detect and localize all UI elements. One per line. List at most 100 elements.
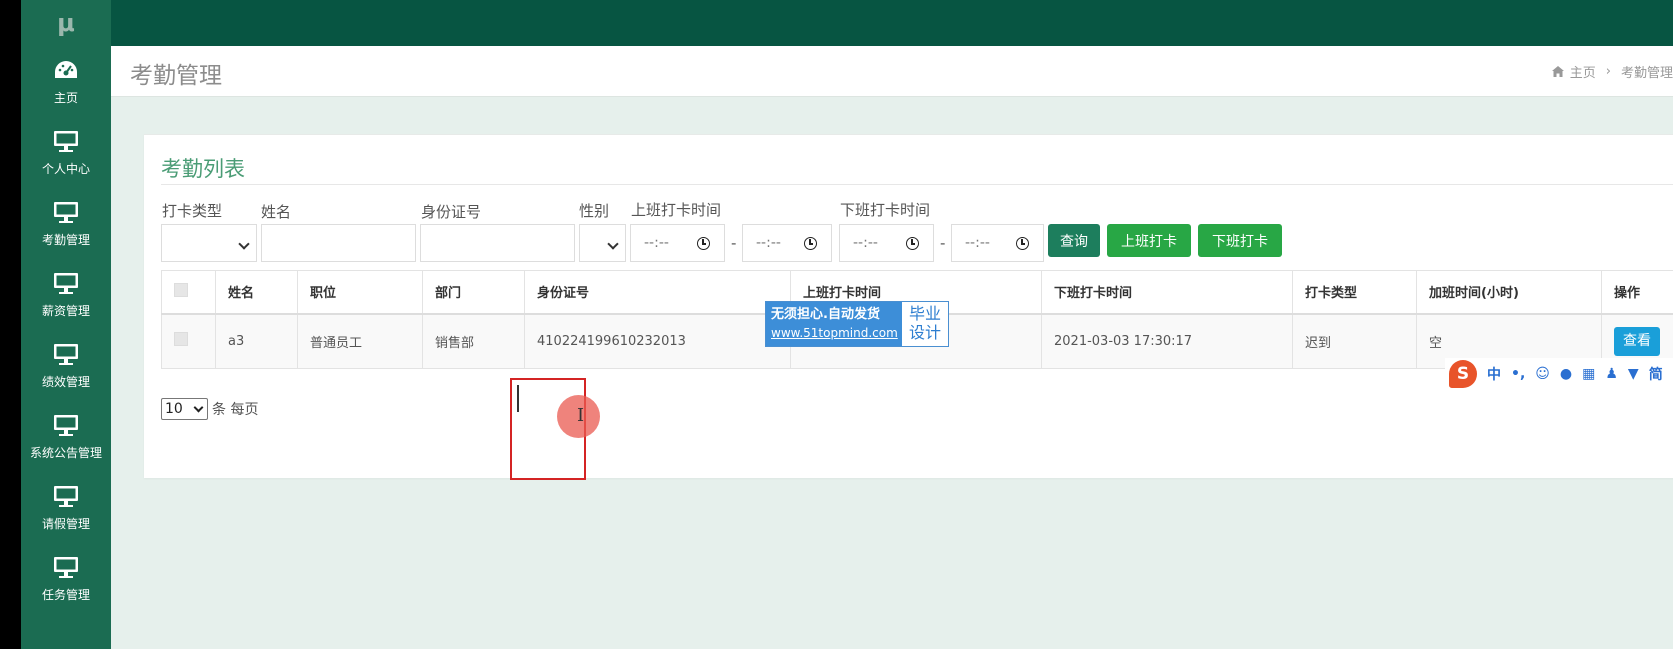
id-filter-input[interactable] [420,224,575,262]
sidebar-item-label: 系统公告管理 [29,446,102,460]
user-icon[interactable]: ♟ [1605,366,1618,382]
ibeam-cursor-icon: I [577,405,585,426]
keyboard-icon[interactable]: ▦ [1582,366,1595,382]
sidebar-item-leave[interactable]: 请假管理 [21,472,111,543]
column-header: 职位 [297,270,423,315]
sidebar-item-label: 任务管理 [41,588,90,602]
monitor-icon [54,557,78,578]
checkin-button[interactable]: 上班打卡 [1107,224,1191,257]
cell-type: 迟到 [1292,313,1417,369]
monitor-icon [54,344,78,365]
monitor-icon [54,273,78,294]
ime-simplified-toggle[interactable]: 简 [1649,364,1663,384]
sidebar-item-performance[interactable]: 绩效管理 [21,330,111,401]
app-logo: μ [57,9,75,37]
time-placeholder: --:-- [965,235,990,251]
breadcrumb-home-link[interactable]: 主页 [1570,62,1596,81]
id-filter-label: 身份证号 [421,203,482,221]
column-header: 身份证号 [524,270,791,315]
type-filter-select[interactable] [161,224,257,262]
time-placeholder: --:-- [853,235,878,251]
watermark-url: www.51topmind.com [771,326,898,340]
clock-icon[interactable] [906,237,919,250]
name-filter-input[interactable] [261,224,416,262]
sidebar-item-salary[interactable]: 薪资管理 [21,259,111,330]
column-header: 下班打卡时间 [1041,270,1293,315]
checkin-filter-label: 上班打卡时间 [631,201,722,219]
range-separator: - [731,234,737,252]
watermark-side-line1: 毕业 [908,304,941,323]
dashboard-icon [55,61,77,78]
sidebar-item-home[interactable]: 主页 [21,46,111,117]
row-checkbox[interactable] [174,332,188,347]
column-header: 打卡类型 [1292,270,1417,315]
emoji-icon[interactable]: ☺ [1535,366,1550,382]
sidebar-item-label: 主页 [53,91,78,105]
gender-filter-select[interactable] [579,224,626,262]
sidebar-item-attendance[interactable]: 考勤管理 [21,188,111,259]
column-header: 加班时间(小时) [1416,270,1602,315]
clock-icon[interactable] [1016,237,1029,250]
monitor-icon [54,202,78,223]
time-placeholder: --:-- [644,235,669,251]
select-all-checkbox[interactable] [174,282,188,297]
card-divider [161,184,1673,185]
page-size-suffix: 条 每页 [212,402,259,418]
sogou-logo-icon[interactable]: S [1449,360,1477,388]
time-placeholder: --:-- [756,235,781,251]
sidebar-item-announcements[interactable]: 系统公告管理 [21,401,111,472]
sidebar-item-label: 薪资管理 [41,304,90,318]
cell-name: a3 [215,313,298,369]
ime-lang-toggle[interactable]: 中 [1487,364,1501,384]
breadcrumb: 主页 › 考勤管理 [1551,62,1673,81]
clock-icon[interactable] [804,237,817,250]
name-filter-label: 姓名 [261,203,292,221]
query-button[interactable]: 查询 [1048,224,1100,257]
sidebar-item-label: 考勤管理 [41,233,90,247]
page-size-select[interactable]: 10 [161,398,208,420]
sidebar-item-tasks[interactable]: 任务管理 [21,543,111,614]
breadcrumb-current: 考勤管理 [1620,66,1673,81]
checkout-end-time-input[interactable]: --:-- [951,224,1044,262]
monitor-icon [54,415,78,436]
ime-toolbar: S 中 •, ☺ ● ▦ ♟ ▼ 简 ⊞ [1445,358,1673,390]
sidebar-item-label: 请假管理 [41,517,90,531]
clock-icon[interactable] [697,237,710,250]
pagination: 10 条 每页 [161,398,258,420]
sidebar-item-label: 绩效管理 [41,375,90,389]
column-header: 姓名 [215,270,298,315]
cell-department: 销售部 [422,313,525,369]
sidebar-item-profile[interactable]: 个人中心 [21,117,111,188]
page-header: 考勤管理 主页 › 考勤管理 [111,46,1673,97]
cell-position: 普通员工 [297,313,423,369]
watermark-overlay: 无须担心.自动发货 www.51topmind.com 毕业 设计 [765,301,949,347]
range-separator: - [940,234,946,252]
text-caret [517,385,519,412]
cell-id-number: 410224199610232013 [524,313,791,369]
page-title: 考勤管理 [130,63,222,89]
breadcrumb-separator: › [1605,64,1611,79]
sidebar: μ 主页 个人中心 考勤管理 薪资管理 绩效管理 系统公告管理 请假管理 任务管… [21,0,111,649]
gender-filter-label: 性别 [579,202,610,220]
card-title: 考勤列表 [161,157,245,181]
checkin-start-time-input[interactable]: --:-- [630,224,725,262]
ime-punct-toggle[interactable]: •, [1511,366,1525,382]
watermark-side: 毕业 设计 [902,302,948,346]
watermark-text: 无须担心.自动发货 www.51topmind.com [766,302,902,346]
monitor-icon [54,486,78,507]
select-all-checkbox-cell [161,270,216,315]
view-button[interactable]: 查看 [1614,326,1660,356]
column-header: 部门 [422,270,525,315]
microphone-icon[interactable]: ● [1560,366,1572,382]
type-filter-label: 打卡类型 [162,202,223,220]
checkout-start-time-input[interactable]: --:-- [839,224,934,262]
shirt-icon[interactable]: ▼ [1628,366,1639,382]
checkout-button[interactable]: 下班打卡 [1198,224,1282,257]
sidebar-item-label: 个人中心 [41,162,90,176]
watermark-line1: 无须担心.自动发货 [771,307,880,322]
checkin-end-time-input[interactable]: --:-- [742,224,832,262]
home-icon [1551,66,1564,77]
column-header: 操作 [1601,270,1673,315]
top-navbar [111,0,1673,46]
watermark-side-line2: 设计 [908,323,941,342]
